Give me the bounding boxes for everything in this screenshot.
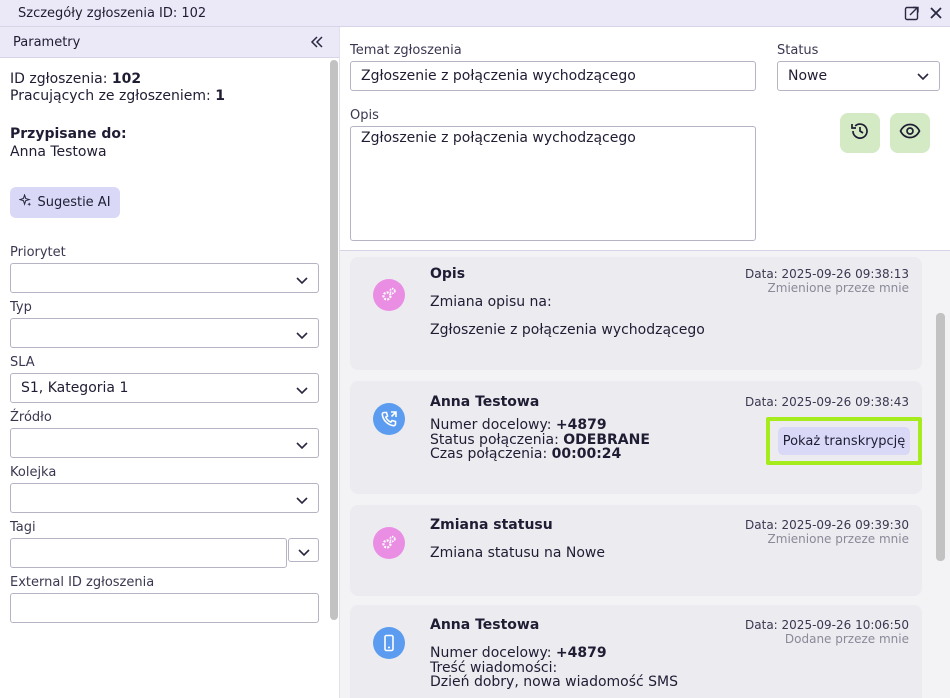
card-title: Opis	[430, 266, 466, 282]
sla-value: S1, Kategoria 1	[21, 380, 129, 396]
sms-target-label: Numer docelowy:	[430, 645, 552, 661]
call-time-value: 00:00:24	[551, 446, 622, 462]
type-label: Typ	[10, 300, 32, 315]
card-date: Data: 2025-09-26 10:06:50	[745, 618, 909, 632]
chevron-down-icon	[295, 492, 309, 506]
timeline-card: Anna Testowa Data: 2025-09-26 10:06:50 D…	[350, 605, 922, 698]
tags-label: Tagi	[10, 520, 36, 535]
status-select[interactable]: Nowe	[777, 61, 940, 91]
ticket-id-label: ID zgłoszenia:	[10, 71, 108, 87]
working-count: 1	[215, 88, 225, 104]
subject-label: Temat zgłoszenia	[350, 43, 462, 58]
gears-icon	[373, 527, 405, 559]
phone-call-icon	[373, 403, 405, 435]
activity-timeline: Opis Data: 2025-09-26 09:38:13 Zmienione…	[340, 252, 950, 698]
gears-icon	[373, 279, 405, 311]
card-author: Dodane przeze mnie	[784, 632, 909, 646]
popout-icon[interactable]	[903, 4, 921, 22]
parameters-panel: Parametry ID zgłoszenia: 102 Pracujących…	[0, 27, 340, 698]
chevron-down-icon	[295, 327, 309, 341]
description-label: Opis	[350, 108, 379, 123]
collapse-icon[interactable]	[309, 34, 325, 50]
assigned-to: Anna Testowa	[10, 144, 107, 160]
sparkle-icon	[18, 193, 32, 211]
ai-suggestions-label: Sugestie AI	[37, 195, 111, 210]
assigned-label: Przypisane do:	[10, 126, 127, 142]
parameters-title: Parametry	[13, 34, 81, 50]
ticket-id-row: ID zgłoszenia: 102	[10, 71, 141, 87]
card-date: Data: 2025-09-26 09:38:13	[745, 267, 909, 281]
card-text: Zmiana opisu na:	[430, 294, 552, 310]
history-icon	[849, 120, 871, 146]
call-target-value: +4879	[555, 417, 607, 433]
ticket-id-value: 102	[111, 71, 142, 87]
eye-icon	[899, 120, 921, 146]
timeline-scrollbar[interactable]	[936, 313, 945, 561]
card-title: Anna Testowa	[430, 617, 540, 633]
working-label: Pracujących ze zgłoszeniem:	[10, 88, 211, 104]
queue-select[interactable]	[10, 483, 319, 513]
transcript-highlight: Pokaż transkrypcję	[766, 417, 922, 465]
priority-select[interactable]	[10, 263, 319, 293]
sms-content-value: Dzień dobry, nowa wiadomość SMS	[430, 674, 679, 690]
sms-target-row: Numer docelowy: +4879	[430, 645, 607, 661]
window-titlebar: Szczegóły zgłoszenia ID: 102	[0, 0, 950, 27]
chevron-down-icon	[295, 437, 309, 451]
card-text: Zgłoszenie z połączenia wychodzącego	[430, 322, 705, 338]
view-button[interactable]	[890, 113, 930, 153]
timeline-card: Zmiana statusu Data: 2025-09-26 09:39:30…	[350, 505, 922, 596]
tags-input[interactable]	[10, 538, 287, 568]
priority-label: Priorytet	[10, 245, 66, 260]
card-date: Data: 2025-09-26 09:38:43	[745, 395, 909, 409]
card-title: Anna Testowa	[430, 394, 540, 410]
source-label: Źródło	[10, 410, 52, 425]
external-id-input[interactable]	[10, 593, 319, 623]
sla-label: SLA	[10, 355, 35, 370]
call-target-row: Numer docelowy: +4879	[430, 417, 607, 433]
mobile-phone-icon	[373, 627, 405, 659]
chevron-down-icon	[295, 382, 309, 396]
sms-target-value: +4879	[555, 645, 607, 661]
call-time-label: Czas połączenia:	[430, 446, 548, 462]
call-target-label: Numer docelowy:	[430, 417, 552, 433]
sla-select[interactable]: S1, Kategoria 1	[10, 373, 319, 403]
chevron-down-icon	[916, 69, 930, 87]
show-transcript-button[interactable]: Pokaż transkrypcję	[778, 427, 910, 455]
timeline-card: Opis Data: 2025-09-26 09:38:13 Zmienione…	[350, 257, 922, 370]
ai-suggestions-button[interactable]: Sugestie AI	[10, 187, 120, 218]
chevron-down-icon	[295, 272, 309, 286]
card-author: Zmienione przeze mnie	[767, 281, 909, 295]
ticket-form: Temat zgłoszenia Zgłoszenie z połączenia…	[340, 27, 950, 251]
status-label: Status	[777, 43, 819, 58]
type-select[interactable]	[10, 318, 319, 348]
timeline-card: Anna Testowa Data: 2025-09-26 09:38:43 N…	[350, 381, 922, 494]
card-author: Zmienione przeze mnie	[767, 532, 909, 546]
window-title: Szczegóły zgłoszenia ID: 102	[18, 5, 207, 21]
history-button[interactable]	[840, 113, 880, 153]
call-time-row: Czas połączenia: 00:00:24	[430, 446, 621, 462]
working-row: Pracujących ze zgłoszeniem: 1	[10, 88, 225, 104]
description-textarea[interactable]: Zgłoszenie z połączenia wychodzącego	[350, 126, 756, 241]
external-id-label: External ID zgłoszenia	[10, 575, 155, 590]
queue-label: Kolejka	[10, 465, 57, 480]
card-title: Zmiana statusu	[430, 517, 553, 533]
status-value: Nowe	[788, 68, 828, 84]
left-scrollbar[interactable]	[330, 60, 338, 620]
close-icon[interactable]	[927, 4, 945, 22]
parameters-header: Parametry	[0, 27, 339, 58]
chevron-down-icon	[297, 544, 311, 558]
tags-dropdown-button[interactable]	[288, 538, 319, 562]
card-text: Zmiana statusu na Nowe	[430, 545, 605, 561]
source-select[interactable]	[10, 428, 319, 458]
subject-input[interactable]: Zgłoszenie z połączenia wychodzącego	[350, 61, 756, 91]
card-date: Data: 2025-09-26 09:39:30	[745, 518, 909, 532]
